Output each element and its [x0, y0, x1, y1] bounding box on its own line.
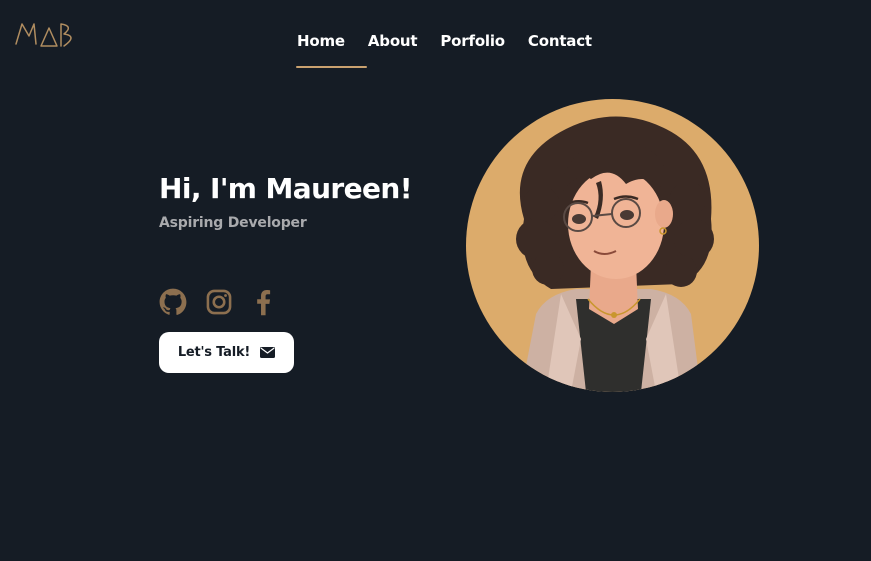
nav-item-home[interactable]: Home: [297, 32, 345, 50]
logo[interactable]: [14, 20, 82, 52]
facebook-icon[interactable]: [249, 288, 277, 316]
page: Home About Porfolio Contact Hi, I'm Maur…: [0, 0, 871, 561]
avatar: [466, 99, 759, 392]
hero-title: Hi, I'm Maureen!: [159, 172, 413, 205]
main-nav: Home About Porfolio Contact: [297, 32, 592, 50]
hero-subtitle: Aspiring Developer: [159, 215, 307, 231]
lets-talk-button[interactable]: Let's Talk!: [159, 332, 294, 373]
nav-item-about[interactable]: About: [368, 32, 418, 50]
lets-talk-label: Let's Talk!: [177, 345, 251, 360]
nav-item-contact[interactable]: Contact: [528, 32, 592, 50]
github-icon[interactable]: [159, 288, 187, 316]
nav-item-portfolio[interactable]: Porfolio: [440, 32, 505, 50]
envelope-icon: [260, 347, 276, 358]
instagram-icon[interactable]: [205, 288, 233, 316]
nav-active-indicator: [296, 66, 367, 68]
